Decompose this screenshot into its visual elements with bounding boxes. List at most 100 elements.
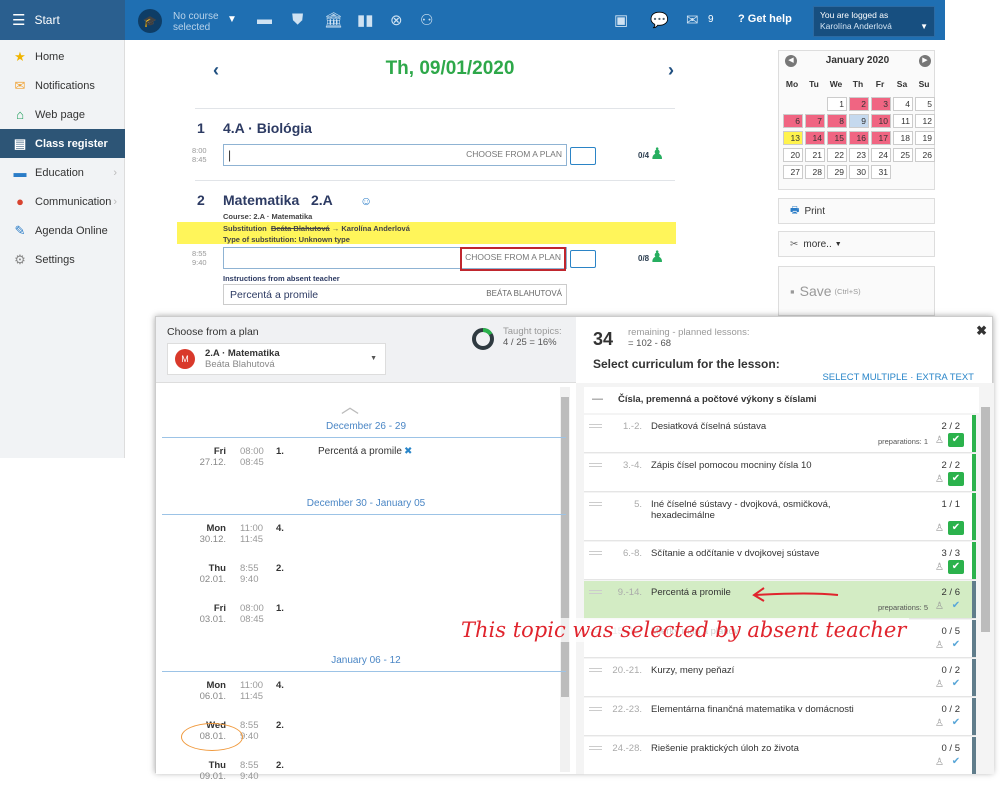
check-icon[interactable]: ✔ bbox=[948, 755, 964, 769]
calendar-day[interactable]: 22 bbox=[827, 148, 847, 162]
choose-from-plan-button[interactable]: CHOOSE FROM A PLAN bbox=[466, 149, 562, 159]
user-icon[interactable]: ♙ bbox=[935, 562, 944, 573]
calendar-day[interactable]: 18 bbox=[893, 131, 913, 145]
sidebar-item-class-register[interactable]: ▤ Class register bbox=[0, 129, 125, 158]
people-walking-icon[interactable]: ⚇ bbox=[420, 11, 433, 29]
calendar-day[interactable]: 8 bbox=[827, 114, 847, 128]
calendar-day[interactable]: 5 bbox=[915, 97, 935, 111]
close-icon[interactable]: ✖ bbox=[976, 323, 987, 339]
course-selector[interactable]: No course selected bbox=[173, 11, 219, 33]
calendar-day[interactable]: 1 bbox=[827, 97, 847, 111]
check-icon[interactable]: ✔ bbox=[948, 521, 964, 535]
graduation-cap-icon[interactable]: 🎓 bbox=[138, 9, 162, 33]
calendar-day[interactable]: 7 bbox=[805, 114, 825, 128]
next-day-button[interactable]: › bbox=[668, 60, 674, 81]
calendar-day[interactable]: 19 bbox=[915, 131, 935, 145]
briefcase-icon[interactable] bbox=[570, 250, 596, 268]
calendar-day[interactable]: 4 bbox=[893, 97, 913, 111]
sidebar-item-web-page[interactable]: ⌂ Web page bbox=[0, 100, 125, 129]
calendar-day[interactable]: 25 bbox=[893, 148, 913, 162]
choose-from-plan-button[interactable]: CHOOSE FROM A PLAN bbox=[460, 247, 566, 271]
institution-icon[interactable]: 🏛 bbox=[324, 11, 343, 29]
attendance-icon[interactable]: ♟ bbox=[650, 144, 664, 164]
lesson-slot[interactable]: Mon 30.12. 11:00 11:45 4. bbox=[156, 523, 556, 553]
extra-text-link[interactable]: EXTRA TEXT bbox=[916, 372, 974, 383]
curriculum-section[interactable]: — Čísla, premenná a počtové výkony s čís… bbox=[584, 387, 979, 413]
start-menu-button[interactable]: ☰ Start bbox=[0, 0, 125, 40]
previous-day-button[interactable]: ‹ bbox=[213, 60, 219, 81]
calendar-day[interactable]: 17 bbox=[871, 131, 891, 145]
calendar-day[interactable]: 23 bbox=[849, 148, 869, 162]
lesson-slot[interactable]: Thu 09.01. 8:55 9:40 2. bbox=[156, 760, 556, 790]
briefcase-icon[interactable]: ▬ bbox=[257, 11, 272, 28]
calendar-day[interactable]: 31 bbox=[871, 165, 891, 179]
calendar-day[interactable]: 28 bbox=[805, 165, 825, 179]
user-icon[interactable]: ♙ bbox=[935, 640, 944, 651]
user-icon[interactable]: ♙ bbox=[935, 474, 944, 485]
check-icon[interactable]: ✔ bbox=[948, 716, 964, 730]
calendar-day[interactable]: 14 bbox=[805, 131, 825, 145]
curriculum-row[interactable]: 1.-2. Desiatková číselná sústava 2 / 2 prep… bbox=[584, 415, 976, 453]
curriculum-row[interactable]: 22.-23. Elementárna finančná matematika v… bbox=[584, 698, 976, 736]
curriculum-row[interactable]: 24.-28. Riešenie praktických úloh zo živo… bbox=[584, 737, 976, 775]
caret-down-icon[interactable]: ▼ bbox=[227, 14, 237, 25]
calendar-day[interactable]: 16 bbox=[849, 131, 869, 145]
blocked-icon[interactable]: ⊗ bbox=[390, 11, 403, 29]
curriculum-row[interactable]: 6.-8. Sčítanie a odčítanie v dvojkovej sú… bbox=[584, 542, 976, 580]
curriculum-row[interactable]: 3.-4. Zápis čísel pomocou mocniny čísla 1… bbox=[584, 454, 976, 492]
sidebar-item-education[interactable]: ▬ Education › bbox=[0, 158, 125, 187]
check-icon[interactable]: ✔ bbox=[948, 638, 964, 652]
calendar-day[interactable]: 2 bbox=[849, 97, 869, 111]
bar-chart-icon[interactable]: ▮▮ bbox=[357, 11, 374, 29]
calendar-next-button[interactable]: ▶ bbox=[919, 55, 931, 67]
calendar-day[interactable]: 3 bbox=[871, 97, 891, 111]
check-icon[interactable]: ✔ bbox=[948, 472, 964, 486]
check-icon[interactable]: ✔ bbox=[948, 433, 964, 447]
briefcase-icon[interactable] bbox=[570, 147, 596, 165]
calendar-day[interactable]: 11 bbox=[893, 114, 913, 128]
calendar-day[interactable]: 24 bbox=[871, 148, 891, 162]
check-icon[interactable]: ✔ bbox=[948, 560, 964, 574]
lesson-slot[interactable]: Fri 27.12. 08:00 08:45 1. Percentá a promile ✖ bbox=[156, 446, 556, 476]
user-icon[interactable]: ♙ bbox=[935, 679, 944, 690]
drag-handle-icon[interactable] bbox=[589, 502, 602, 506]
shield-icon[interactable]: ⛊ bbox=[292, 11, 303, 28]
sidebar-item-agenda-online[interactable]: ✎ Agenda Online bbox=[0, 216, 125, 245]
chat-icon[interactable]: 💬 bbox=[650, 11, 669, 29]
drag-handle-icon[interactable] bbox=[589, 551, 602, 555]
drag-handle-icon[interactable] bbox=[589, 668, 602, 672]
calendar-day[interactable]: 9 bbox=[849, 114, 869, 128]
calendar-day[interactable]: 13 bbox=[783, 131, 803, 145]
sidebar-item-home[interactable]: ★ Home bbox=[0, 42, 125, 71]
drag-handle-icon[interactable] bbox=[589, 707, 602, 711]
calendar-day[interactable]: 6 bbox=[783, 114, 803, 128]
calendar-day[interactable]: 20 bbox=[783, 148, 803, 162]
user-icon[interactable]: ♙ bbox=[935, 523, 944, 534]
calendar-day[interactable]: 21 bbox=[805, 148, 825, 162]
curriculum-row[interactable]: 5. Iné číselné sústavy - dvojková, osmičk… bbox=[584, 493, 976, 541]
curriculum-row[interactable]: 20.-21. Kurzy, meny peňazí 0 / 2 ♙ ✔ bbox=[584, 659, 976, 697]
drag-handle-icon[interactable] bbox=[589, 463, 602, 467]
scrollbar-track[interactable] bbox=[560, 387, 570, 772]
scrollbar-thumb[interactable] bbox=[981, 407, 990, 632]
calendar-day[interactable]: 12 bbox=[915, 114, 935, 128]
cast-icon[interactable]: ▣ bbox=[614, 11, 628, 29]
user-icon[interactable]: ♙ bbox=[935, 601, 944, 612]
lesson-slot[interactable]: Thu 02.01. 8:55 9:40 2. bbox=[156, 563, 556, 593]
sidebar-item-notifications[interactable]: ✉ Notifications bbox=[0, 71, 125, 100]
calendar-day[interactable]: 26 bbox=[915, 148, 935, 162]
user-icon[interactable]: ♙ bbox=[935, 435, 944, 446]
user-icon[interactable]: ♙ bbox=[935, 718, 944, 729]
drag-handle-icon[interactable] bbox=[589, 424, 602, 428]
check-icon[interactable]: ✔ bbox=[948, 677, 964, 691]
lesson-topic-input[interactable]: CHOOSE FROM A PLAN bbox=[223, 247, 567, 271]
help-link[interactable]: ? Get help bbox=[738, 13, 792, 25]
more-button[interactable]: ✂ more.. ▼ bbox=[778, 231, 935, 257]
calendar-day[interactable]: 29 bbox=[827, 165, 847, 179]
lesson-topic-input[interactable]: | CHOOSE FROM A PLAN bbox=[223, 144, 567, 166]
course-dropdown[interactable]: M 2.A · Matematika Beáta Blahutová ▼ bbox=[167, 343, 386, 375]
calendar-day[interactable]: 30 bbox=[849, 165, 869, 179]
user-icon[interactable]: ♙ bbox=[935, 757, 944, 768]
check-icon[interactable]: ✔ bbox=[948, 599, 964, 613]
save-button[interactable]: ▪ Save (Ctrl+S) bbox=[778, 266, 935, 316]
